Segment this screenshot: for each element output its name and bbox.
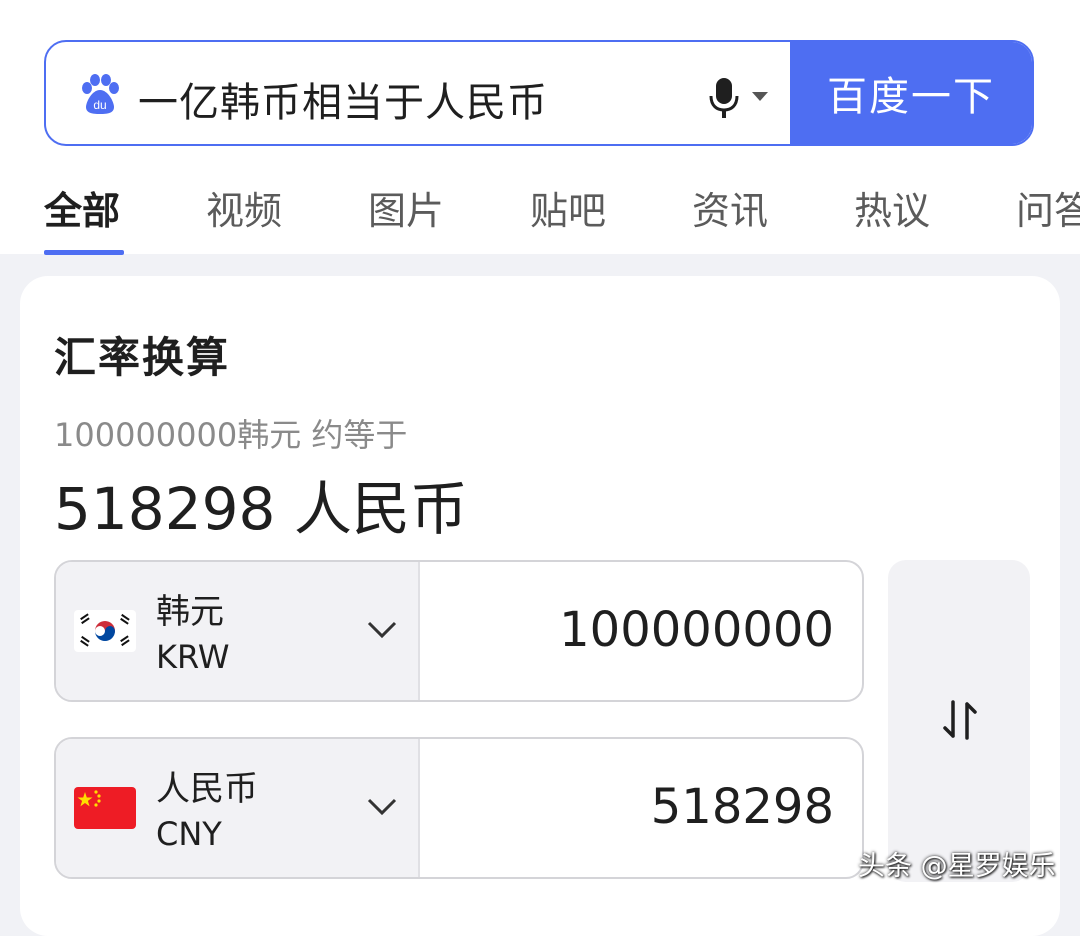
swap-currency-button[interactable] (888, 560, 1030, 882)
to-currency-code: CNY (156, 815, 222, 853)
from-amount-input[interactable]: 100000000 (559, 602, 834, 658)
watermark-text: 头条 @星罗娱乐 (858, 851, 1056, 882)
from-currency-code: KRW (156, 638, 230, 676)
swap-arrows-icon (943, 700, 977, 740)
search-tabs: 全部 视频 图片 贴吧 资讯 热议 问答 (44, 180, 1080, 254)
from-currency-row: 韩元 KRW 100000000 (54, 560, 864, 702)
active-tab-indicator (44, 250, 124, 255)
tab-all[interactable]: 全部 (44, 180, 120, 235)
to-currency-name: 人民币 (156, 769, 258, 809)
conversion-result: 518298 人民币 (54, 475, 468, 543)
svg-text:du: du (93, 98, 106, 112)
chevron-down-icon[interactable] (366, 797, 398, 817)
to-currency-row: 人民币 CNY 518298 (54, 737, 864, 879)
exchange-rate-card: 汇率换算 100000000韩元 约等于 518298 人民币 韩元 KRW 1… (20, 276, 1060, 936)
microphone-icon[interactable] (706, 76, 742, 120)
tab-news[interactable]: 资讯 (692, 180, 768, 235)
tab-images[interactable]: 图片 (368, 180, 444, 235)
caret-down-icon[interactable] (752, 92, 768, 102)
search-header: du 一亿韩币相当于人民币 百度一下 全部 视频 图片 贴吧 资讯 热议 问答 (0, 0, 1080, 255)
conversion-summary: 100000000韩元 约等于 (54, 416, 408, 454)
from-currency-name: 韩元 (156, 592, 224, 632)
search-box[interactable]: du 一亿韩币相当于人民币 百度一下 (44, 40, 1034, 146)
tab-video[interactable]: 视频 (206, 180, 282, 235)
chevron-down-icon[interactable] (366, 620, 398, 640)
south-korea-flag-icon (74, 610, 136, 652)
china-flag-icon (74, 787, 136, 829)
tab-tieba[interactable]: 贴吧 (530, 180, 606, 235)
search-input[interactable]: 一亿韩币相当于人民币 (138, 70, 548, 128)
to-amount-input[interactable]: 518298 (651, 779, 834, 835)
baidu-paw-icon: du (82, 74, 119, 114)
to-currency-select[interactable]: 人民币 CNY (56, 739, 420, 877)
search-button[interactable]: 百度一下 (790, 42, 1032, 144)
tab-discussion[interactable]: 热议 (854, 180, 930, 235)
tab-qa[interactable]: 问答 (1016, 180, 1080, 235)
from-currency-select[interactable]: 韩元 KRW (56, 562, 420, 700)
card-title: 汇率换算 (54, 333, 231, 382)
